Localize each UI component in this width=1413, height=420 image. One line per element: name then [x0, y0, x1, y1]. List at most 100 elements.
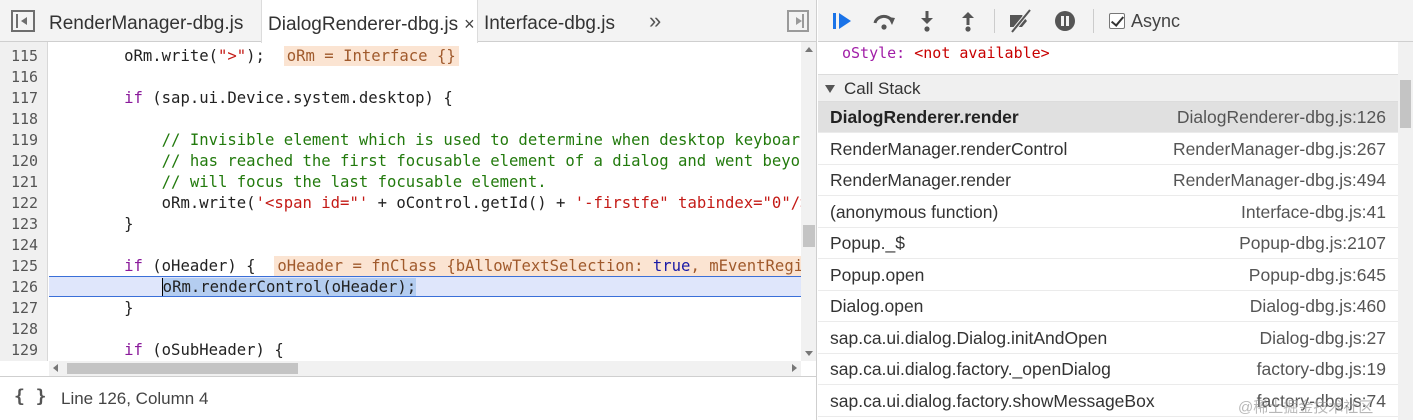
code-line-125: if (oHeader) { oHeader = fnClass {bAllow…	[49, 256, 801, 277]
call-frame[interactable]: Popup._$ Popup-dbg.js:2107	[818, 228, 1398, 259]
code-line-115: oRm.write(">"); oRm = Interface {}	[49, 46, 801, 67]
code-line-117: if (sap.ui.Device.system.desktop) {	[124, 89, 453, 107]
debugger-panel: Async oStyle: <not available> Call Stack…	[818, 0, 1413, 420]
call-frame-location[interactable]: Dialog-dbg.js:460	[1250, 296, 1386, 317]
tab-interface[interactable]: Interface-dbg.js	[484, 0, 615, 42]
editor-tab-bar: RenderManager-dbg.js DialogRenderer-dbg.…	[0, 0, 816, 43]
call-frame-function: Popup.open	[830, 264, 925, 285]
call-frame-location[interactable]: RenderManager-dbg.js:494	[1173, 170, 1386, 191]
scroll-right-icon[interactable]	[792, 364, 797, 372]
code-vertical-scrollbar[interactable]	[801, 42, 816, 361]
scope-variable-value: <not available>	[914, 44, 1050, 62]
line-number-gutter[interactable]: 115 116 117 118 119 120 121 122 123 124 125 126 127 1…	[0, 42, 48, 361]
scroll-up-icon[interactable]	[805, 47, 813, 52]
tab-rendermanager[interactable]: RenderManager-dbg.js	[49, 0, 243, 42]
tab-dialogrenderer[interactable]: DialogRenderer-dbg.js ×	[261, 0, 478, 43]
call-frame-location[interactable]: Dialog-dbg.js:27	[1260, 328, 1386, 349]
watermark: @稀土掘金技术社区	[1238, 399, 1374, 416]
pretty-print-button[interactable]: { }	[14, 386, 47, 407]
line-number[interactable]: 124	[0, 235, 42, 256]
call-frame-location[interactable]: Popup-dbg.js:2107	[1239, 233, 1386, 254]
inline-value: oHeader = fnClass {bAllowTextSelection: …	[274, 256, 801, 276]
close-tab-icon[interactable]: ×	[464, 0, 475, 48]
call-frame[interactable]: RenderManager.renderControl RenderManager…	[818, 134, 1398, 165]
editor-status-bar: { } Line 126, Column 4	[0, 376, 816, 420]
line-number[interactable]: 116	[0, 67, 42, 88]
more-tabs-icon[interactable]: »	[649, 8, 661, 34]
call-frame-function: sap.ca.ui.dialog.factory.showMessageBox	[830, 390, 1155, 411]
line-number[interactable]: 118	[0, 109, 42, 130]
scope-variable-name: oStyle:	[842, 44, 906, 62]
scroll-down-icon[interactable]	[805, 351, 813, 356]
pause-on-exceptions-icon[interactable]	[1052, 8, 1078, 34]
line-number[interactable]: 115	[0, 46, 42, 67]
toolbar-separator	[994, 9, 995, 33]
scroll-thumb[interactable]	[1400, 80, 1411, 128]
call-frame-location[interactable]: factory-dbg.js:19	[1257, 359, 1386, 380]
scroll-thumb[interactable]	[803, 225, 815, 247]
code-area[interactable]: oRm.write(">"); oRm = Interface {} if (s…	[49, 42, 801, 361]
call-frame-function: RenderManager.renderControl	[830, 138, 1068, 159]
debugger-toolbar: Async	[818, 0, 1413, 42]
call-frame[interactable]: RenderManager.render RenderManager-dbg.js…	[818, 165, 1398, 196]
tab-label: RenderManager-dbg.js	[49, 13, 244, 34]
code-horizontal-scrollbar[interactable]	[49, 361, 801, 376]
line-number[interactable]: 119	[0, 130, 42, 151]
toolbar-separator	[1093, 9, 1094, 33]
line-number[interactable]: 125	[0, 256, 42, 277]
call-frame[interactable]: DialogRenderer.render DialogRenderer-dbg.…	[818, 102, 1398, 133]
tab-label: DialogRenderer-dbg.js	[268, 14, 459, 35]
line-number[interactable]: 121	[0, 172, 42, 193]
tab-label: Interface-dbg.js	[484, 13, 615, 34]
call-frame-function: DialogRenderer.render	[830, 107, 1019, 127]
cursor-position: Line 126, Column 4	[61, 389, 209, 408]
async-checkbox[interactable]	[1109, 13, 1125, 29]
code-line-129: if (oSubHeader) {	[124, 341, 284, 359]
sidebar-scrollbar[interactable]	[1398, 42, 1413, 420]
toggle-navigator-icon[interactable]	[11, 10, 35, 32]
call-frame[interactable]: Popup.open Popup-dbg.js:645	[818, 260, 1398, 291]
call-stack-header[interactable]: Call Stack	[818, 74, 1398, 102]
code-line-127: }	[124, 299, 134, 317]
collapse-triangle-icon[interactable]	[825, 85, 835, 93]
call-frame[interactable]: sap.ca.ui.dialog.factory._openDialog fact…	[818, 354, 1398, 385]
line-number[interactable]: 123	[0, 214, 42, 235]
step-into-icon[interactable]	[914, 8, 940, 34]
call-frame-function: sap.ca.ui.dialog.factory._openDialog	[830, 359, 1111, 379]
code-line-121: // will focus the last focusable element…	[161, 173, 547, 191]
line-number[interactable]: 122	[0, 193, 42, 214]
scroll-left-icon[interactable]	[53, 364, 58, 372]
call-frame-function: Popup._$	[830, 233, 905, 253]
scope-variable: oStyle: <not available>	[818, 42, 1398, 72]
async-label: Async	[1131, 11, 1181, 31]
line-number[interactable]: 120	[0, 151, 42, 172]
line-number[interactable]: 126	[0, 277, 42, 298]
execution-line: oRm.renderControl(oHeader);	[49, 276, 801, 297]
call-frame-location[interactable]: Interface-dbg.js:41	[1241, 202, 1386, 223]
step-over-icon[interactable]	[871, 8, 897, 34]
call-frame-location[interactable]: RenderManager-dbg.js:267	[1173, 139, 1386, 160]
call-frame-function: (anonymous function)	[830, 201, 999, 222]
line-number[interactable]: 127	[0, 298, 42, 319]
call-stack-list: DialogRenderer.render DialogRenderer-dbg.…	[818, 102, 1398, 420]
call-frame[interactable]: Dialog.open Dialog-dbg.js:460	[818, 291, 1398, 322]
line-number[interactable]: 129	[0, 340, 42, 361]
call-frame[interactable]: (anonymous function) Interface-dbg.js:41	[818, 197, 1398, 228]
call-frame-function: Dialog.open	[830, 296, 924, 316]
resume-icon[interactable]	[830, 8, 856, 34]
code-line-119: // Invisible element which is used to de…	[161, 131, 801, 149]
inline-value: oRm = Interface {}	[283, 46, 459, 66]
line-number[interactable]: 128	[0, 319, 42, 340]
code-line-120: // has reached the first focusable eleme…	[161, 152, 801, 170]
call-frame-function: sap.ca.ui.dialog.Dialog.initAndOpen	[830, 327, 1108, 348]
scroll-thumb[interactable]	[67, 363, 298, 374]
call-frame-location[interactable]: Popup-dbg.js:645	[1249, 265, 1386, 286]
code-line-123: }	[124, 215, 134, 233]
line-number[interactable]: 117	[0, 88, 42, 109]
step-out-icon[interactable]	[955, 8, 981, 34]
call-frame-location[interactable]: DialogRenderer-dbg.js:126	[1177, 107, 1386, 128]
deactivate-breakpoints-icon[interactable]	[1007, 8, 1033, 34]
toggle-debugger-icon[interactable]	[787, 10, 809, 32]
editor-panel: RenderManager-dbg.js DialogRenderer-dbg.…	[0, 0, 817, 420]
call-frame[interactable]: sap.ca.ui.dialog.Dialog.initAndOpen Dialo…	[818, 323, 1398, 354]
